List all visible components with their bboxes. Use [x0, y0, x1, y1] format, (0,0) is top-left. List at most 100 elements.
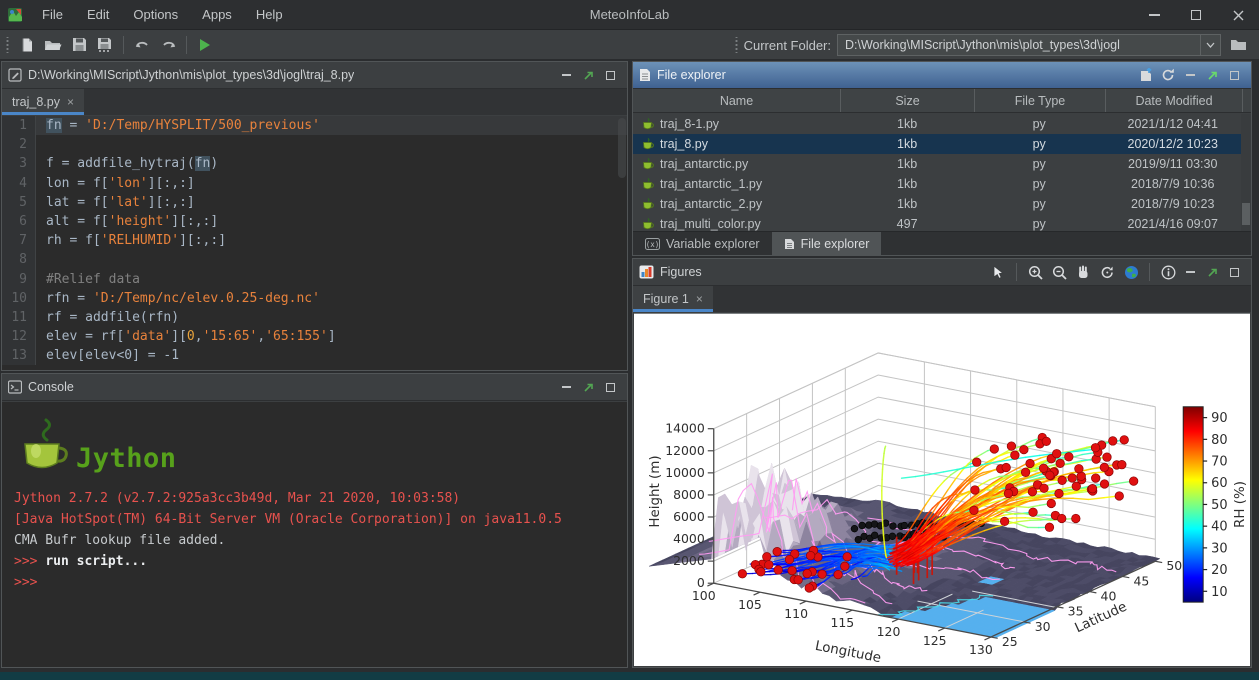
- python-file-icon: [641, 118, 654, 131]
- save-all-button[interactable]: [92, 33, 118, 57]
- file-table-scrollbar[interactable]: [1241, 114, 1251, 231]
- toolbar-grip-right[interactable]: [734, 37, 740, 53]
- table-row[interactable]: traj_antarctic_2.py1kbpy2018/7/9 10:23: [633, 194, 1241, 214]
- menu-apps[interactable]: Apps: [190, 0, 244, 29]
- run-script-button[interactable]: [192, 33, 218, 57]
- svg-text:100: 100: [692, 588, 716, 603]
- export-icon[interactable]: [1135, 65, 1157, 85]
- current-folder-combobox[interactable]: D:\Working\MIScript\Jython\mis\plot_type…: [837, 34, 1221, 56]
- chevron-down-icon[interactable]: [1200, 35, 1220, 55]
- line-number: 7: [2, 231, 36, 250]
- table-row[interactable]: traj_antarctic.py1kbpy2019/9/11 03:30: [633, 154, 1241, 174]
- svg-text:70: 70: [1211, 455, 1227, 470]
- rotate-icon[interactable]: [1096, 262, 1118, 282]
- editor-file-path: D:\Working\MIScript\Jython\mis\plot_type…: [28, 68, 354, 82]
- line-number: 12: [2, 327, 36, 346]
- zoom-out-icon[interactable]: [1048, 262, 1070, 282]
- column-header-size[interactable]: Size: [841, 89, 975, 112]
- figures-minimize-button[interactable]: [1179, 262, 1201, 282]
- svg-text:20: 20: [1211, 563, 1227, 578]
- menu-file[interactable]: File: [30, 0, 75, 29]
- svg-text:50: 50: [1166, 558, 1182, 573]
- jython-logo-text: Jython: [76, 443, 177, 474]
- cursor-icon[interactable]: [987, 262, 1009, 282]
- file-modified-cell: 2019/9/11 03:30: [1104, 157, 1241, 171]
- menu-edit[interactable]: Edit: [75, 0, 121, 29]
- refresh-icon[interactable]: [1157, 65, 1179, 85]
- maximize-button[interactable]: [1175, 0, 1217, 30]
- file-size-cell: 1kb: [840, 177, 974, 191]
- console-output[interactable]: Jython Jython 2.7.2 (v2.7.2:925a3cc3b49d…: [2, 402, 627, 667]
- tab-close-icon[interactable]: ×: [67, 95, 74, 109]
- close-button[interactable]: [1217, 0, 1259, 30]
- editor-scrollbar[interactable]: [618, 118, 626, 178]
- svg-text:10000: 10000: [665, 465, 705, 480]
- file-explorer-float-icon[interactable]: [1201, 65, 1223, 85]
- browse-folder-button[interactable]: [1225, 33, 1251, 57]
- editor-float-icon[interactable]: [577, 65, 599, 85]
- file-modified-cell: 2021/1/12 04:41: [1104, 117, 1241, 131]
- info-icon[interactable]: [1157, 262, 1179, 282]
- python-file-icon: [641, 218, 654, 231]
- svg-text:Longitude: Longitude: [814, 639, 882, 666]
- file-explorer-minimize-button[interactable]: [1179, 65, 1201, 85]
- file-modified-cell: 2018/7/9 10:36: [1104, 177, 1241, 191]
- menu-options[interactable]: Options: [121, 0, 190, 29]
- tab-figure-1[interactable]: Figure 1 ×: [633, 286, 713, 312]
- minimize-button[interactable]: [1133, 0, 1175, 30]
- console-minimize-button[interactable]: [555, 377, 577, 397]
- new-file-button[interactable]: [14, 33, 40, 57]
- figures-float-icon[interactable]: [1201, 262, 1223, 282]
- table-row[interactable]: traj_8.py1kbpy2020/12/2 10:23: [633, 134, 1241, 154]
- code-text: rfn = 'D:/Temp/nc/elev.0.25-deg.nc': [36, 289, 320, 308]
- file-name-cell: traj_antarctic_2.py: [633, 197, 840, 211]
- code-text: alt = f['height'][:,:]: [36, 212, 218, 231]
- save-button[interactable]: [66, 33, 92, 57]
- column-header-file-type[interactable]: File Type: [975, 89, 1106, 112]
- tab-variable-explorer[interactable]: (x)Variable explorer: [633, 232, 772, 256]
- tab-file-explorer[interactable]: File explorer: [772, 232, 882, 256]
- figure-plot-3d-trajectories[interactable]: 0200040006000800010000120001400010010511…: [634, 313, 1250, 666]
- variable-icon: (x): [645, 238, 660, 250]
- figure-tab-close-icon[interactable]: ×: [696, 292, 703, 306]
- table-row[interactable]: traj_antarctic_1.py1kbpy2018/7/9 10:36: [633, 174, 1241, 194]
- taskbar-sliver: [0, 672, 1259, 680]
- zoom-in-icon[interactable]: [1024, 262, 1046, 282]
- line-number: 10: [2, 289, 36, 308]
- line-number: 6: [2, 212, 36, 231]
- console-maximize-button[interactable]: [599, 377, 621, 397]
- file-modified-cell: 2018/7/9 10:23: [1104, 197, 1241, 211]
- toolbar-grip[interactable]: [4, 37, 10, 53]
- globe-icon[interactable]: [1120, 262, 1142, 282]
- code-line-2: 2: [2, 135, 627, 154]
- file-page-icon: [639, 68, 651, 82]
- open-folder-button[interactable]: [40, 33, 66, 57]
- current-folder-group: Current Folder: D:\Working\MIScript\Jyth…: [730, 30, 1251, 60]
- pan-hand-icon[interactable]: [1072, 262, 1094, 282]
- current-folder-value: D:\Working\MIScript\Jython\mis\plot_type…: [838, 38, 1200, 52]
- console-line-2: [Java HotSpot(TM) 64-Bit Server VM (Orac…: [14, 509, 627, 530]
- redo-button[interactable]: [155, 33, 181, 57]
- code-line-4: 4lon = f['lon'][:,:]: [2, 174, 627, 193]
- menu-help[interactable]: Help: [244, 0, 295, 29]
- file-explorer-header: File explorer: [633, 62, 1251, 89]
- file-name-cell: traj_antarctic.py: [633, 157, 840, 171]
- column-header-date-modified[interactable]: Date Modified: [1106, 89, 1243, 112]
- editor-minimize-button[interactable]: [555, 65, 577, 85]
- editor-maximize-button[interactable]: [599, 65, 621, 85]
- undo-button[interactable]: [129, 33, 155, 57]
- tab-traj-8-py[interactable]: traj_8.py ×: [2, 89, 84, 115]
- svg-text:RH (%): RH (%): [1233, 481, 1248, 528]
- figures-maximize-button[interactable]: [1223, 262, 1245, 282]
- figures-title: Figures: [660, 265, 702, 279]
- table-row[interactable]: traj_8-1.py1kbpy2021/1/12 04:41: [633, 114, 1241, 134]
- svg-text:110: 110: [784, 606, 808, 621]
- table-row[interactable]: traj_multi_color.py497py2021/4/16 09:07: [633, 214, 1241, 231]
- line-number: 8: [2, 250, 36, 269]
- svg-text:80: 80: [1211, 433, 1227, 448]
- code-editor[interactable]: 1fn = 'D:/Temp/HYSPLIT/500_previous'23f …: [2, 116, 627, 370]
- console-float-icon[interactable]: [577, 377, 599, 397]
- column-header-name[interactable]: Name: [633, 89, 841, 112]
- console-panel: Console Jython Jython 2.7.2 (v2.7.2:925a…: [1, 373, 628, 668]
- file-explorer-maximize-button[interactable]: [1223, 65, 1245, 85]
